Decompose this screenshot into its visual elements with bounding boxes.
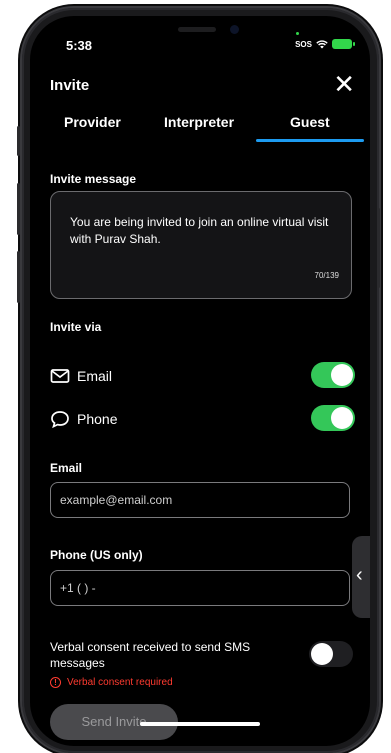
- volume-up-button: [17, 183, 20, 235]
- email-field-label: Email: [50, 461, 83, 475]
- volume-down-button: [17, 251, 20, 303]
- phone-field-label: Phone (US only): [50, 548, 143, 562]
- envelope-icon: [50, 369, 70, 383]
- phone-input[interactable]: +1 ( ) -: [50, 570, 350, 606]
- power-button: [377, 208, 380, 288]
- screen: 5:38 SOS Invite ✕ Provider Interpreter G…: [30, 16, 370, 746]
- wifi-icon: [316, 39, 328, 48]
- toggle-knob: [311, 643, 333, 665]
- close-icon[interactable]: ✕: [333, 71, 355, 97]
- tab-interpreter[interactable]: Interpreter: [164, 114, 234, 130]
- status-time: 5:38: [66, 38, 93, 53]
- consent-error: ! Verbal consent required: [50, 677, 173, 688]
- tab-guest[interactable]: Guest: [290, 114, 330, 130]
- phone-option-label: Phone: [77, 411, 118, 427]
- toggle-knob: [331, 407, 353, 429]
- email-toggle[interactable]: [311, 362, 355, 388]
- chevron-left-icon: ‹: [356, 564, 363, 586]
- character-counter: 70/139: [314, 271, 339, 280]
- toggle-knob: [331, 364, 353, 386]
- error-icon: !: [50, 677, 61, 688]
- battery-icon: [332, 39, 355, 49]
- status-icons: SOS: [295, 39, 355, 49]
- consent-toggle[interactable]: [309, 641, 353, 667]
- invite-message-text: You are being invited to join an online …: [70, 215, 329, 246]
- invite-message-textarea[interactable]: You are being invited to join an online …: [50, 191, 352, 299]
- mute-switch: [17, 126, 20, 156]
- invite-message-label: Invite message: [50, 172, 137, 186]
- front-camera: [230, 25, 239, 34]
- speaker: [178, 27, 216, 32]
- chat-bubble-icon: [51, 411, 69, 429]
- email-input[interactable]: example@email.com: [50, 482, 350, 518]
- notch: [148, 16, 258, 46]
- page-title: Invite: [50, 77, 90, 94]
- invite-via-email-row: Email: [50, 362, 355, 390]
- privacy-indicator: [296, 32, 299, 35]
- invite-via-phone-row: Phone: [50, 405, 355, 433]
- drawer-handle[interactable]: ‹: [352, 536, 370, 618]
- email-option-label: Email: [77, 368, 113, 384]
- active-tab-indicator: [256, 139, 364, 142]
- consent-label: Verbal consent received to send SMS mess…: [50, 640, 251, 670]
- home-indicator: [140, 722, 260, 726]
- tab-bar: Provider Interpreter Guest: [30, 114, 370, 142]
- consent-error-text: Verbal consent required: [67, 677, 173, 688]
- tab-provider[interactable]: Provider: [64, 114, 121, 130]
- invite-via-label: Invite via: [50, 320, 102, 334]
- sos-label: SOS: [295, 39, 312, 49]
- phone-toggle[interactable]: [311, 405, 355, 431]
